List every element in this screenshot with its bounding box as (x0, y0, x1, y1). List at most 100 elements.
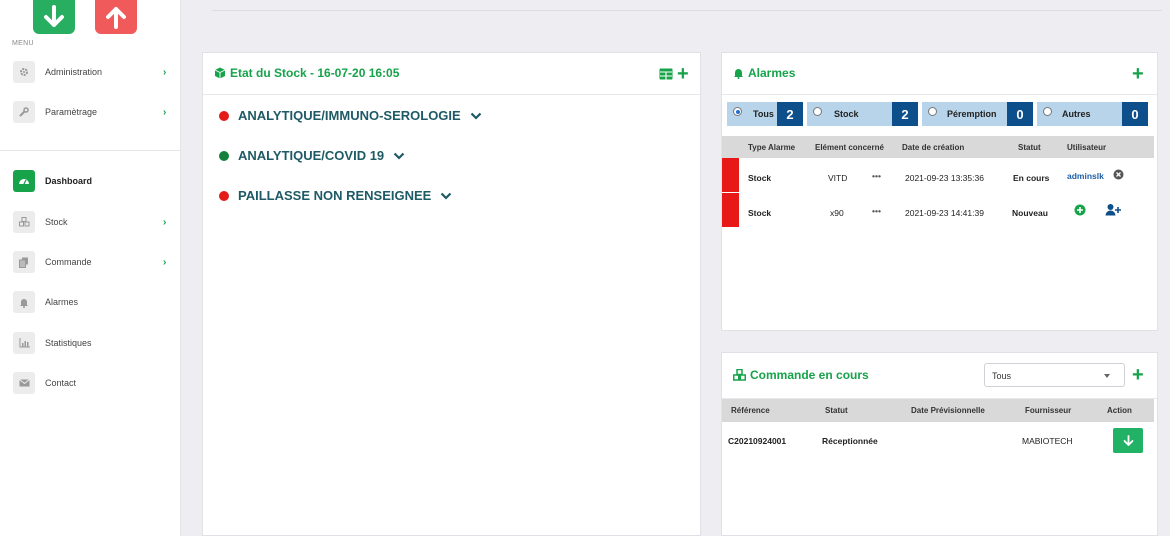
stock-panel-header: Etat du Stock - 16-07-20 16:05 + (203, 53, 700, 95)
orders-panel-title-text: Commande en cours (750, 368, 869, 382)
add-order-button[interactable]: + (1132, 365, 1144, 385)
order-status: Réceptionnée (822, 436, 878, 446)
menu-label: MENU (12, 40, 34, 47)
stock-row-label: ANALYTIQUE/COVID 19 (238, 148, 385, 163)
upload-button[interactable] (95, 0, 137, 34)
alarms-panel-title-text: Alarmes (748, 66, 796, 80)
close-circle-icon[interactable] (1113, 169, 1124, 180)
column-header: Elément concerné (815, 143, 884, 152)
sidebar-item-parametrage[interactable]: Paramètrage › (0, 98, 181, 126)
status-dot (219, 190, 229, 201)
sidebar-divider (0, 150, 181, 151)
sidebar-item-administration[interactable]: Administration › (0, 58, 181, 86)
envelope-icon (13, 372, 35, 394)
stock-panel: Etat du Stock - 16-07-20 16:05 + ANALYTI… (202, 52, 701, 536)
sidebar-item-label: Stock (45, 217, 68, 227)
alarm-type: Stock (748, 208, 772, 218)
wrench-icon (13, 101, 35, 123)
sidebar-item-dashboard[interactable]: Dashboard (0, 167, 181, 195)
sidebar-item-label: Statistiques (45, 338, 92, 348)
chevron-right-icon: › (163, 256, 167, 268)
orders-panel-title: Commande en cours (733, 368, 869, 382)
column-header: Fournisseur (1025, 406, 1072, 415)
column-header: Action (1107, 406, 1132, 415)
chevron-down-icon (393, 152, 405, 160)
status-dot (219, 150, 229, 161)
filter-count: 0 (1007, 102, 1033, 126)
stock-row[interactable]: ANALYTIQUE/COVID 19 (219, 148, 405, 163)
dashboard-icon (13, 170, 35, 192)
sidebar-item-label: Commande (45, 257, 92, 267)
add-stock-button[interactable]: + (677, 64, 689, 84)
alarm-type: Stock (748, 173, 772, 183)
gear-icon (13, 61, 35, 83)
sidebar-item-label: Alarmes (45, 297, 79, 307)
sidebar-item-label: Paramètrage (45, 107, 98, 117)
add-user-icon[interactable] (1105, 203, 1121, 216)
stock-panel-title: Etat du Stock - 16-07-20 16:05 (214, 66, 399, 80)
orders-filter-select[interactable]: Tous (984, 363, 1125, 387)
bell-icon (734, 69, 743, 79)
stock-row[interactable]: PAILLASSE NON RENSEIGNEE (219, 188, 452, 203)
filter-label: Péremption (947, 109, 997, 119)
sidebar-item-statistiques[interactable]: Statistiques (0, 329, 181, 357)
sidebar: MENU Administration › Paramètrage › Dash… (0, 0, 181, 536)
sidebar-item-commande[interactable]: Commande › (0, 248, 181, 276)
radio-unselected[interactable] (928, 107, 937, 116)
radio-unselected[interactable] (1043, 107, 1052, 116)
status-dot (219, 110, 229, 121)
stock-row-label: ANALYTIQUE/IMMUNO-SEROLOGIE (238, 108, 461, 123)
alarm-date: 2021-09-23 13:35:36 (905, 173, 984, 183)
column-header: Statut (1018, 143, 1041, 152)
orders-table-header: Référence Statut Date Prévisionnelle Fou… (722, 399, 1154, 422)
chevron-down-icon (441, 192, 452, 200)
column-header: Référence (731, 406, 770, 415)
download-button[interactable] (33, 0, 75, 34)
table-icon[interactable] (659, 68, 673, 80)
alarm-user-link[interactable]: adminslk (1067, 171, 1104, 181)
stock-row[interactable]: ANALYTIQUE/IMMUNO-SEROLOGIE (219, 108, 482, 123)
filter-peremption[interactable]: Péremption 0 (922, 102, 1033, 126)
filter-label: Stock (834, 109, 859, 119)
filter-label: Tous (753, 109, 774, 119)
order-reference: C20210924001 (728, 436, 787, 446)
receive-order-button[interactable] (1113, 428, 1143, 453)
column-header: Statut (825, 406, 848, 415)
stock-panel-title-text: Etat du Stock - 16-07-20 16:05 (230, 66, 400, 80)
radio-selected[interactable] (733, 107, 742, 116)
chevron-down-icon (470, 112, 481, 120)
radio-unselected[interactable] (813, 107, 822, 116)
more-icon[interactable]: ••• (872, 206, 881, 216)
sidebar-item-alarmes[interactable]: Alarmes (0, 288, 181, 316)
alarm-severity-bar (722, 193, 739, 227)
alarm-date: 2021-09-23 14:41:39 (905, 208, 984, 218)
copy-icon (13, 251, 35, 273)
sidebar-item-contact[interactable]: Contact (0, 369, 181, 397)
column-header: Date de création (902, 143, 965, 152)
alarm-element: VITD (828, 173, 848, 183)
column-header: Date Prévisionnelle (911, 406, 985, 415)
alarms-panel: Alarmes + (721, 52, 1158, 331)
sidebar-item-stock[interactable]: Stock › (0, 208, 181, 236)
bell-icon (13, 291, 35, 313)
filter-autres[interactable]: Autres 0 (1037, 102, 1148, 126)
chevron-right-icon: › (163, 66, 167, 78)
filter-tous[interactable]: Tous 2 (727, 102, 803, 126)
filter-stock[interactable]: Stock 2 (807, 102, 918, 126)
chevron-right-icon: › (163, 216, 167, 228)
add-alarm-button[interactable]: + (1132, 64, 1144, 84)
cubes-icon (13, 211, 35, 233)
select-value: Tous (992, 371, 1012, 381)
sidebar-item-label: Dashboard (45, 176, 93, 186)
alarm-status: En cours (1013, 173, 1050, 183)
bar-chart-icon (13, 332, 35, 354)
plus-circle-icon[interactable] (1074, 204, 1086, 216)
cube-icon (214, 67, 226, 79)
more-icon[interactable]: ••• (872, 171, 881, 181)
sidebar-item-label: Administration (45, 67, 103, 77)
alarms-panel-title: Alarmes (733, 66, 795, 80)
column-header: Utilisateur (1067, 143, 1107, 152)
filter-count: 0 (1122, 102, 1148, 126)
alarm-element: x90 (830, 208, 844, 218)
header-divider (212, 10, 1162, 11)
